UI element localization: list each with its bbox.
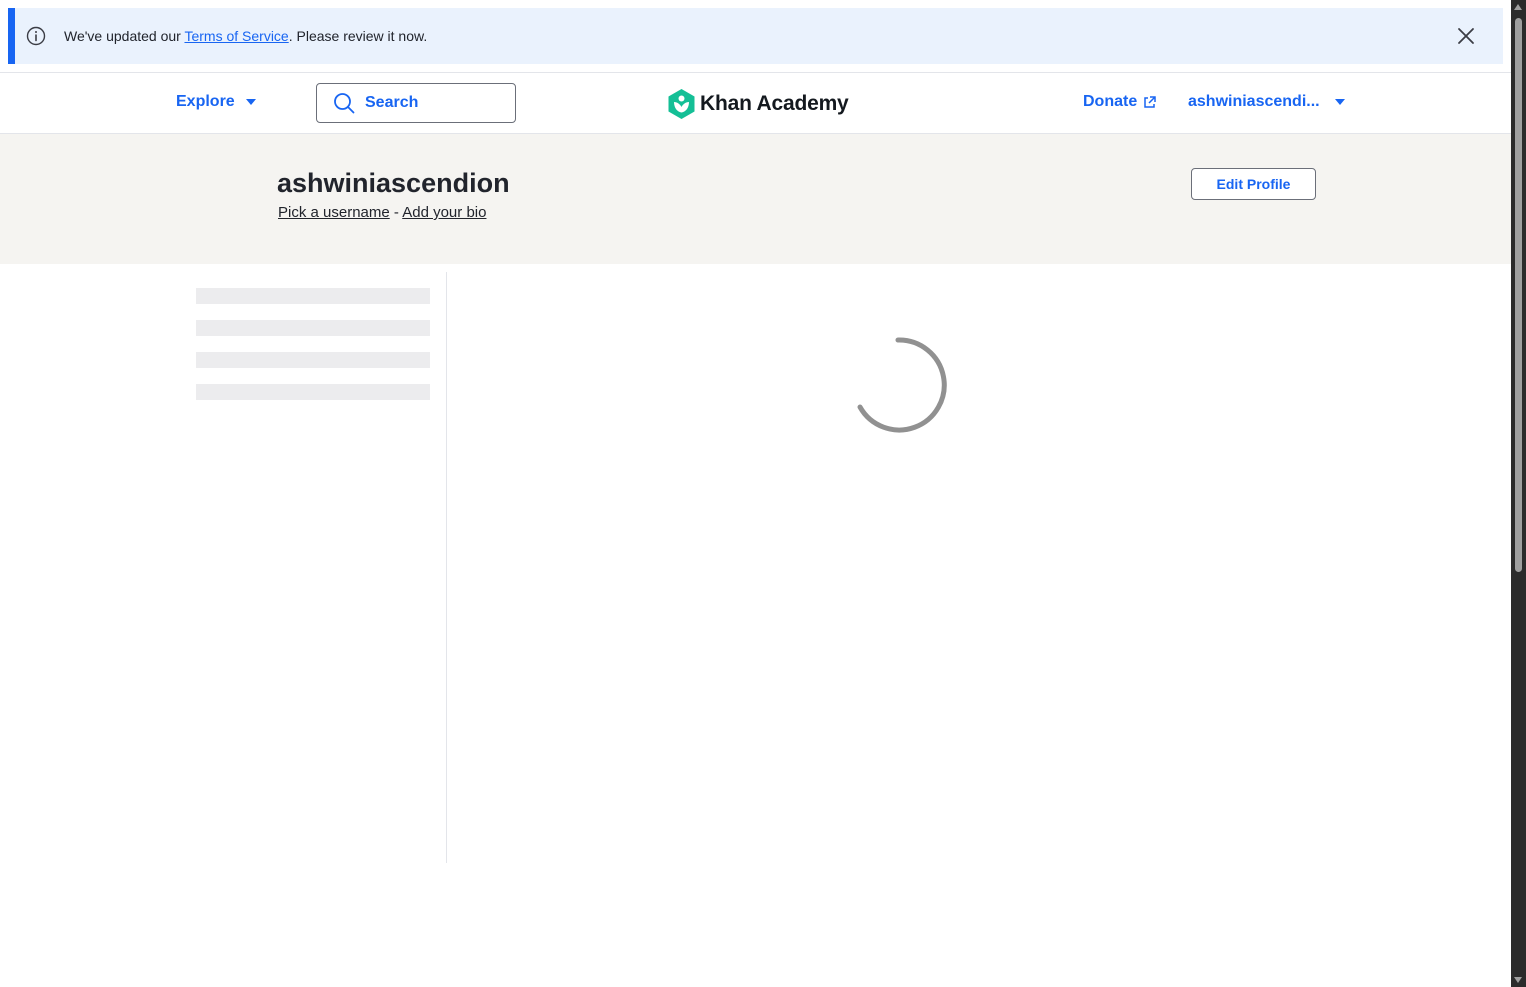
banner-text-after: . Please review it now. [288, 28, 428, 44]
scroll-down-arrow-icon[interactable] [1514, 977, 1522, 983]
caret-down-icon [245, 99, 256, 105]
banner-message: We've updated our Terms of Service. Plea… [64, 26, 427, 46]
links-separator: - [389, 204, 403, 221]
loading-spinner-icon [857, 337, 947, 433]
user-menu-button[interactable]: ashwiniascendi... [1188, 93, 1346, 111]
search-input[interactable]: Search [316, 83, 516, 123]
edit-profile-button[interactable]: Edit Profile [1191, 168, 1316, 200]
skeleton-line [196, 320, 430, 336]
khan-academy-logo[interactable]: Khan Academy [668, 89, 849, 119]
search-icon [334, 93, 355, 114]
terms-of-service-link[interactable]: Terms of Service [184, 28, 288, 44]
top-nav-bar: Explore Search Khan Academy Donate ashwi… [0, 72, 1511, 134]
content-divider [446, 272, 447, 863]
skeleton-line [196, 288, 430, 304]
scrollbar-thumb[interactable] [1515, 18, 1522, 572]
pick-username-link[interactable]: Pick a username [278, 204, 390, 221]
explore-menu-button[interactable]: Explore [176, 93, 257, 111]
external-link-icon [1144, 95, 1156, 108]
profile-links: Pick a username - Add your bio [278, 204, 486, 221]
user-menu-label: ashwiniascendi... [1188, 93, 1320, 110]
add-bio-link[interactable]: Add your bio [402, 204, 486, 221]
sidebar-skeleton [196, 288, 430, 416]
skeleton-line [196, 384, 430, 400]
logo-text: Khan Academy [700, 92, 849, 115]
caret-down-icon [1334, 99, 1345, 105]
info-icon [26, 26, 46, 46]
skeleton-line [196, 352, 430, 368]
donate-link[interactable]: Donate [1083, 93, 1156, 111]
vertical-scrollbar[interactable] [1511, 0, 1526, 987]
search-placeholder: Search [365, 94, 419, 111]
donate-label: Donate [1083, 93, 1138, 110]
explore-label: Explore [176, 93, 235, 110]
profile-name: ashwiniascendion [277, 168, 510, 198]
banner-accent-stripe [8, 8, 15, 64]
terms-update-banner: We've updated our Terms of Service. Plea… [8, 8, 1503, 64]
profile-header: ashwiniascendion Pick a username - Add y… [0, 134, 1511, 264]
scroll-up-arrow-icon[interactable] [1514, 4, 1522, 10]
banner-text-before: We've updated our [64, 28, 185, 44]
khan-academy-logo-icon [668, 89, 695, 119]
close-icon[interactable] [1456, 26, 1476, 46]
